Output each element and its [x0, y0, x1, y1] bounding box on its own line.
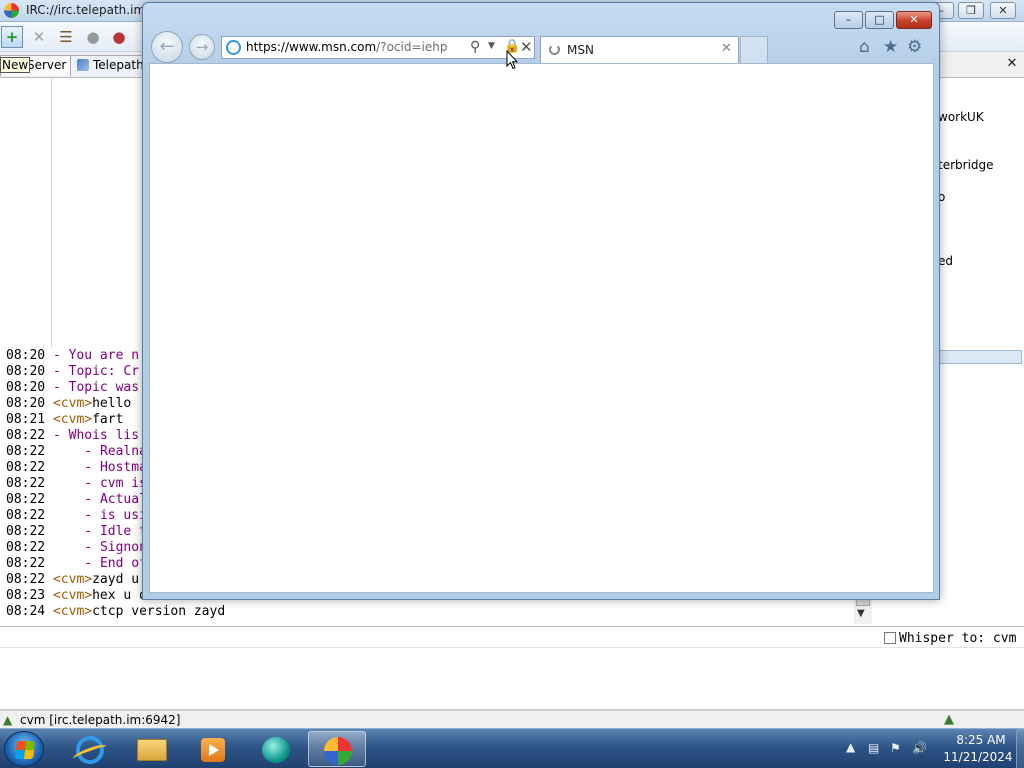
ie-minimize-button[interactable]: –: [834, 11, 863, 29]
speaker-icon[interactable]: 🔊: [912, 741, 927, 755]
tooltip-new: New: [0, 57, 31, 73]
gear-icon[interactable]: ⚙: [907, 37, 922, 57]
whisper-checkbox[interactable]: Whisper to: cvm: [884, 631, 1016, 646]
clock-time[interactable]: 8:25 AM: [950, 733, 1012, 747]
message-input[interactable]: [0, 648, 1024, 710]
network-icon[interactable]: ▤: [868, 741, 879, 755]
status-text: cvm [irc.telepath.im:6942]: [20, 713, 181, 727]
user-alert-icon[interactable]: ●: [108, 26, 130, 48]
home-icon[interactable]: ⌂: [859, 37, 870, 57]
close-icon[interactable]: ✕: [1004, 57, 1020, 73]
media-player-icon: [201, 738, 225, 762]
browser-tab[interactable]: MSN ✕: [540, 36, 739, 63]
connection-icon: ▲: [3, 713, 13, 727]
tab-title: MSN: [567, 43, 594, 57]
irc-status-bar: ▲ cvm [irc.telepath.im:6942] ▲: [0, 710, 1024, 729]
search-icon[interactable]: ⚲: [470, 39, 480, 55]
irc-client-icon: [324, 737, 352, 765]
whisper-label: Whisper to: cvm: [899, 631, 1017, 646]
scroll-down-icon[interactable]: ▼: [857, 608, 865, 619]
mouse-cursor-icon: [506, 50, 518, 70]
action-center-flag-icon[interactable]: ⚑: [890, 741, 901, 755]
irc-close-button[interactable]: ✕: [990, 2, 1016, 19]
nick-item[interactable]: terbridge: [938, 158, 994, 172]
chevron-down-icon[interactable]: ▼: [488, 41, 495, 51]
windows-logo-icon: [15, 741, 35, 759]
properties-icon[interactable]: ☰: [55, 26, 77, 48]
start-button[interactable]: [4, 731, 44, 767]
loading-spinner-icon: [549, 44, 560, 55]
page-icon: [226, 40, 241, 55]
system-tray: ▲ ▤ ⚑ 🔊 8:25 AM 11/21/2024: [842, 728, 1024, 768]
irc-restore-button[interactable]: ❐: [958, 2, 984, 19]
tab-close-icon[interactable]: ✕: [721, 41, 732, 56]
taskbar-irc-client[interactable]: [308, 731, 366, 767]
irc-window-title: IRC://irc.telepath.im/4: [26, 3, 157, 17]
taskbar-file-explorer[interactable]: [122, 731, 180, 767]
internet-explorer-window[interactable]: – □ ✕ ← → https://www.msn.com/?ocid=iehp…: [142, 2, 940, 600]
clock-date[interactable]: 11/21/2024: [942, 750, 1014, 764]
close-icon[interactable]: ✕: [520, 38, 533, 56]
chevron-up-icon[interactable]: ▲: [846, 740, 855, 754]
checkbox-icon[interactable]: [884, 632, 896, 644]
forward-arrow-icon[interactable]: →: [189, 34, 215, 60]
star-icon[interactable]: ★: [883, 37, 898, 57]
taskbar-internet-explorer[interactable]: [60, 731, 118, 767]
channel-icon: [77, 59, 89, 71]
url-text[interactable]: https://www.msn.com/?ocid=iehp: [246, 40, 447, 54]
add-icon[interactable]: +: [1, 26, 23, 48]
page-content[interactable]: [149, 63, 934, 593]
whisper-bar: Whisper to: cvm: [0, 626, 1024, 648]
show-desktop-button[interactable]: [1016, 728, 1024, 768]
back-arrow-icon[interactable]: ←: [151, 31, 183, 63]
delete-icon[interactable]: ✕: [28, 26, 50, 48]
telepath-icon: [262, 737, 290, 763]
network-status-icon: ▲: [944, 712, 954, 727]
user-icon[interactable]: ●: [82, 26, 104, 48]
tab-telepath[interactable]: Telepath: [70, 55, 151, 76]
chat-line: 08:24 <cvm>ctcp version zayd: [6, 604, 226, 619]
irc-app-icon: [4, 3, 19, 18]
nick-item[interactable]: ed: [938, 254, 953, 268]
ie-maximize-button[interactable]: □: [865, 11, 894, 29]
address-bar[interactable]: https://www.msn.com/?ocid=iehp ⚲ ▼ 🔒 ✕: [221, 36, 535, 59]
nick-item[interactable]: workUK: [938, 110, 984, 124]
ie-close-button[interactable]: ✕: [896, 11, 932, 29]
internet-explorer-icon: [76, 736, 104, 764]
folder-icon: [137, 739, 167, 761]
taskbar-media-player[interactable]: [184, 731, 242, 767]
chat-divider: [51, 78, 52, 348]
new-tab-button[interactable]: [740, 36, 768, 63]
taskbar-telepath[interactable]: [246, 731, 304, 767]
tab-telepath-label: Telepath: [93, 58, 144, 72]
